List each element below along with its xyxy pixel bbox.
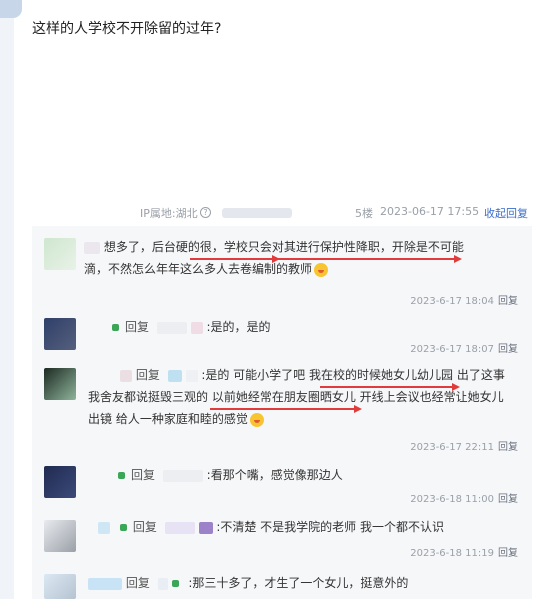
reply-prefix: 回复 — [125, 576, 150, 590]
avatar — [44, 318, 76, 350]
blurred-username — [185, 369, 198, 382]
emoji-icon — [249, 412, 264, 427]
reply-button[interactable]: 回复 — [498, 548, 518, 559]
blurred-username — [190, 321, 203, 334]
blurred-username — [88, 577, 122, 590]
list-item: 回复 :看那个嘴，感觉像那边人 2023-6-18 11:00 回复 — [32, 462, 532, 505]
post-text: 这样的人学校不开除留的过年? — [32, 21, 222, 37]
reply-button[interactable]: 回复 — [498, 344, 518, 355]
reply-text-line: :是的 可能小学了吧 我在校的时候她女儿幼儿园 出了这事 — [201, 368, 505, 382]
reply-prefix: 回复 — [125, 320, 150, 334]
reply-text-line: 出镜 给人一种家庭和睦的感觉 — [88, 412, 248, 426]
reply-timestamp: 2023-6-17 22:11 回复 — [410, 438, 518, 453]
blurred-username — [98, 521, 110, 534]
reply-text: :那三十多了，才生了一个女儿，挺意外的 — [188, 576, 409, 590]
timestamp-text: 2023-6-17 18:07 — [410, 344, 494, 355]
annotation-underline — [190, 258, 460, 260]
reply-timestamp: 2023-6-18 11:00 回复 — [410, 490, 518, 505]
avatar — [44, 238, 76, 270]
blurred-meta — [222, 208, 292, 218]
corner-tag — [0, 0, 22, 18]
reply-button[interactable]: 回复 — [498, 442, 518, 453]
post-date: 2023-06-17 17:55 — [380, 205, 480, 218]
reply-body: 回复 :不清楚 不是我学院的老师 我一个都不认识 — [98, 516, 520, 538]
user-badge-icon — [118, 472, 125, 479]
blurred-username — [120, 369, 132, 382]
avatar — [44, 466, 76, 498]
avatar — [44, 574, 76, 599]
reply-timestamp: 2023-6-17 18:07 回复 — [410, 340, 518, 355]
reply-body: 回复 :是的，是的 — [112, 316, 520, 338]
left-sidebar-strip — [0, 0, 14, 599]
user-badge-icon — [112, 324, 119, 331]
floor-number: 5楼 — [355, 207, 373, 220]
annotation-underline — [210, 408, 360, 410]
emoji-icon — [314, 262, 329, 277]
annotation-arrow-icon — [452, 383, 460, 391]
blurred-username — [157, 577, 168, 590]
timestamp-text: 2023-6-17 18:04 — [410, 296, 494, 307]
info-icon: ? — [200, 207, 211, 218]
annotation-arrow-icon — [454, 255, 462, 263]
annotation-arrow-icon — [272, 255, 280, 263]
list-item: 回复 :那三十多了，才生了一个女儿，挺意外的 — [32, 570, 532, 599]
avatar — [44, 368, 76, 400]
blurred-username — [167, 369, 182, 382]
blurred-username — [164, 521, 195, 534]
reply-body: 回复 :看那个嘴，感觉像那边人 — [118, 464, 520, 486]
list-item: 回复 :是的，是的 2023-6-17 18:07 回复 — [32, 314, 532, 355]
blurred-username — [84, 241, 100, 254]
list-item: 回复 :不清楚 不是我学院的老师 我一个都不认识 2023-6-18 11:19… — [32, 514, 532, 559]
list-item: 想多了，后台硬的很，学校只会对其进行保护性降职，开除是不可能 滴，不然怎么年年这… — [32, 234, 532, 307]
blurred-username — [156, 321, 187, 334]
reply-list: 想多了，后台硬的很，学校只会对其进行保护性降职，开除是不可能 滴，不然怎么年年这… — [32, 226, 532, 599]
reply-timestamp: 2023-6-17 18:04 回复 — [410, 292, 518, 307]
reply-text-line: 滴，不然怎么年年这么多人去卷编制的教师 — [84, 262, 313, 276]
reply-text-line: 想多了，后台硬的很，学校只会对其进行保护性降职，开除是不可能 — [103, 240, 464, 254]
blurred-username — [162, 469, 203, 482]
user-badge-icon — [119, 524, 127, 531]
reply-text: :看那个嘴，感觉像那边人 — [206, 468, 343, 482]
ip-location: IP属地:湖北 — [140, 207, 198, 220]
reply-prefix: 回复 — [132, 520, 157, 534]
post-meta: IP属地:湖北 ? 5楼 2023-06-17 17:55 收起回复 — [140, 205, 532, 223]
reply-button[interactable]: 回复 — [498, 296, 518, 307]
reply-button[interactable]: 回复 — [498, 494, 518, 505]
reply-prefix: 回复 — [135, 368, 160, 382]
avatar — [44, 520, 76, 552]
reply-timestamp: 2023-6-18 11:19 回复 — [410, 544, 518, 559]
blurred-username — [198, 521, 213, 534]
reply-body: 回复 :那三十多了，才生了一个女儿，挺意外的 — [88, 572, 520, 594]
reply-prefix: 回复 — [131, 468, 156, 482]
annotation-arrow-icon — [354, 405, 362, 413]
timestamp-text: 2023-6-17 22:11 — [410, 442, 494, 453]
reply-text: :是的，是的 — [206, 320, 271, 334]
timestamp-text: 2023-6-18 11:00 — [410, 494, 494, 505]
user-badge-icon — [171, 580, 179, 587]
collapse-replies-link[interactable]: 收起回复 — [484, 205, 528, 221]
timestamp-text: 2023-6-18 11:19 — [410, 548, 494, 559]
annotation-underline — [320, 386, 458, 388]
reply-text: :不清楚 不是我学院的老师 我一个都不认识 — [216, 520, 445, 534]
list-item: 回复 :是的 可能小学了吧 我在校的时候她女儿幼儿园 出了这事 我舍友都说挺毁三… — [32, 362, 532, 453]
